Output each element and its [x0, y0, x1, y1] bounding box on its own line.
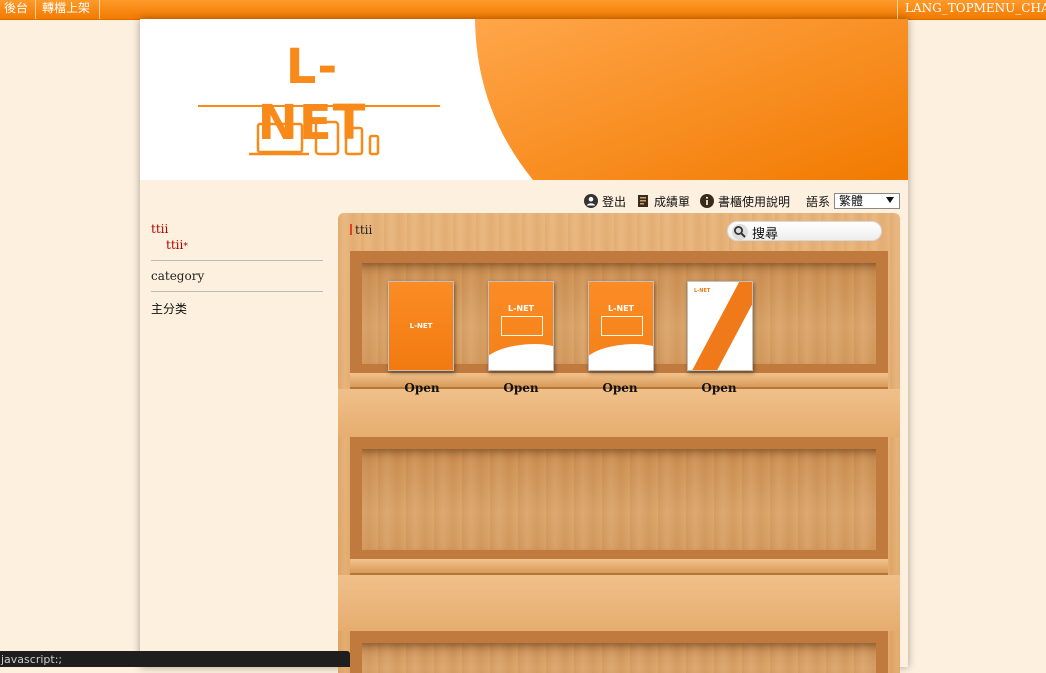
breadcrumb-label[interactable]: ttii: [355, 223, 372, 237]
search-placeholder: 搜尋: [752, 227, 779, 242]
shelf-board: [338, 575, 900, 631]
sidebar-subitem-ttii[interactable]: ttii*: [151, 238, 323, 254]
breadcrumb: ttii: [350, 223, 372, 237]
browser-status-bar: javascript:;: [0, 651, 350, 667]
cover-decoration: [688, 282, 752, 370]
language-label: 語系: [805, 194, 830, 209]
top-menu-bar: 後台 轉檔上架 LANG_TOPMENU_CHAT: [0, 0, 1046, 20]
logo-underline: [198, 105, 440, 107]
book-cover[interactable]: L-NET: [388, 281, 454, 371]
help-label: 書櫃使用說明: [717, 194, 790, 209]
cover-decoration: [501, 316, 543, 336]
sidebar-item-main-category[interactable]: 主分类: [151, 300, 323, 316]
book-cover[interactable]: L-NET: [588, 281, 654, 371]
header-banner: L-NET: [140, 19, 908, 180]
book-open-button[interactable]: Open: [679, 381, 759, 395]
book-open-button[interactable]: Open: [580, 381, 660, 395]
cover-decoration: [589, 344, 653, 370]
sidebar-item-ttii[interactable]: ttii: [151, 222, 323, 238]
bookshelf-header: ttii 搜尋: [338, 213, 900, 251]
shelf-board: [338, 389, 900, 437]
book-cover-title: L-NET: [409, 322, 433, 330]
book-open-button[interactable]: Open: [481, 381, 561, 395]
info-icon: [699, 194, 714, 208]
book-cover[interactable]: L-NET: [488, 281, 554, 371]
book-open-button[interactable]: Open: [382, 381, 462, 395]
divider: [151, 291, 323, 292]
book-cover[interactable]: L-NET: [687, 281, 753, 371]
breadcrumb-marker: [350, 224, 352, 235]
divider: [151, 260, 323, 261]
upload-link[interactable]: 轉檔上架: [38, 0, 94, 19]
chat-link[interactable]: LANG_TOPMENU_CHAT: [901, 0, 1046, 19]
cover-decoration: [489, 344, 553, 370]
category-heading: category: [151, 269, 205, 283]
book-cover-title: L-NET: [694, 288, 711, 294]
grades-button[interactable]: 成績單: [636, 193, 690, 210]
sidebar-subitem-label: ttii: [166, 238, 184, 252]
help-button[interactable]: 書櫃使用說明: [699, 193, 790, 210]
logout-label: 登出: [601, 194, 626, 209]
sidebar: ttii ttii* category 主分类: [151, 222, 323, 316]
shelf-ledge: [350, 559, 888, 575]
report-icon: [637, 195, 648, 207]
devices-icon: [249, 120, 380, 156]
user-toolbar: 登出 成績單 書櫃使用說明 語系 繁體: [574, 191, 900, 211]
search-input[interactable]: 搜尋: [727, 221, 882, 242]
cover-decoration: [601, 316, 643, 336]
topbar-divider: [99, 0, 100, 19]
topbar-divider: [35, 0, 36, 19]
main-container: L-NET 登出 成績單 書櫃使用說明 語系 繁體 ttii ttii* cat…: [140, 19, 908, 673]
grades-label: 成績單: [653, 194, 690, 209]
search-icon: [732, 224, 748, 240]
bookshelf: ttii 搜尋 L-NET Open L-NET Open L-NET Open…: [338, 213, 900, 673]
topbar-divider: [897, 0, 898, 19]
book-cover-title: L-NET: [507, 304, 535, 313]
language-select[interactable]: 繁體: [834, 193, 900, 209]
book-cover-title: L-NET: [607, 304, 635, 313]
chevron-down-icon: [886, 197, 894, 203]
user-icon: [583, 194, 598, 208]
shelf-row-2: [350, 437, 888, 562]
star-icon: *: [183, 242, 188, 252]
language-selected-value: 繁體: [839, 194, 864, 208]
admin-link[interactable]: 後台: [0, 0, 32, 19]
logout-button[interactable]: 登出: [583, 193, 626, 210]
